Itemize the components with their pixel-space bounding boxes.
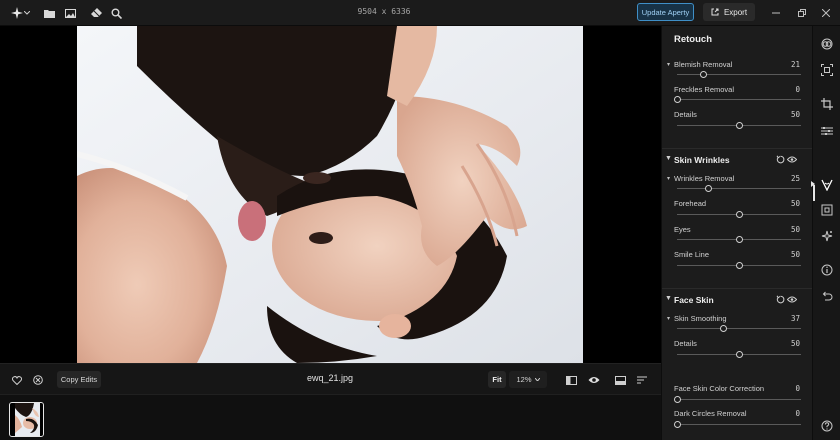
restore-icon[interactable]: [794, 5, 810, 21]
copy-edits-button[interactable]: Copy Edits: [57, 371, 101, 388]
reset-icon[interactable]: [775, 154, 785, 164]
export-icon: [711, 8, 719, 16]
blemish-removal-label: Blemish Removal: [674, 60, 733, 69]
body-frame-icon[interactable]: [819, 202, 835, 218]
minimize-icon[interactable]: [768, 5, 784, 21]
face-details-label: Details: [674, 339, 697, 348]
collapse-caret-icon[interactable]: ▾: [667, 61, 670, 68]
slider-handle[interactable]: [736, 236, 743, 243]
color-correction-label: Face Skin Color Correction: [674, 384, 765, 393]
slider-handle[interactable]: [736, 122, 743, 129]
collapse-caret-icon[interactable]: ▾: [667, 175, 670, 182]
chevron-down-icon: ▼: [665, 295, 672, 302]
retouch-panel: Retouch ▾ Blemish Removal 21 Freckles Re…: [661, 26, 812, 440]
forehead-value[interactable]: 50: [791, 199, 800, 208]
chevron-down-icon: ▼: [665, 155, 672, 162]
tool-rail: [810, 26, 840, 440]
eye-toggle-icon[interactable]: [787, 294, 797, 304]
chevron-down-icon: [534, 378, 540, 381]
skin-smoothing-value[interactable]: 37: [791, 314, 800, 323]
freckles-removal-label: Freckles Removal: [674, 85, 735, 94]
export-button[interactable]: Export: [703, 3, 755, 21]
color-correction-value[interactable]: 0: [795, 384, 800, 393]
fit-button[interactable]: Fit: [488, 371, 506, 388]
slider-handle[interactable]: [700, 71, 708, 78]
slider-handle[interactable]: [674, 421, 681, 428]
skin-wrinkles-section-header[interactable]: ▼ Skin Wrinkles: [662, 148, 812, 168]
face-skin-section-header[interactable]: ▼ Face Skin: [662, 288, 812, 308]
smile-line-label: Smile Line: [674, 250, 710, 259]
eye-toggle-icon[interactable]: [787, 154, 797, 164]
sparkles-icon[interactable]: [819, 228, 835, 244]
slider-handle[interactable]: [674, 396, 681, 403]
eyes-slider[interactable]: [677, 236, 801, 243]
forehead-slider[interactable]: [677, 211, 801, 218]
details-value[interactable]: 50: [791, 110, 800, 119]
skin-wrinkles-title: Skin Wrinkles: [674, 155, 730, 165]
freckles-removal-value[interactable]: 0: [795, 85, 800, 94]
slider-handle[interactable]: [736, 211, 743, 218]
update-button[interactable]: Update Aperty: [637, 3, 694, 21]
sort-lines-icon[interactable]: [634, 372, 650, 388]
color-correction-slider[interactable]: [674, 396, 801, 403]
help-icon[interactable]: [819, 418, 835, 434]
details-slider[interactable]: [677, 122, 801, 129]
face-details-value[interactable]: 50: [791, 339, 800, 348]
smile-line-slider[interactable]: [677, 262, 801, 269]
slider-handle[interactable]: [674, 96, 681, 103]
export-label: Export: [723, 7, 748, 17]
smile-line-value[interactable]: 50: [791, 250, 800, 259]
adjustments-sliders-icon[interactable]: [819, 123, 835, 139]
slider-handle[interactable]: [736, 262, 743, 269]
heart-icon[interactable]: [9, 372, 25, 388]
slider-handle[interactable]: [719, 325, 727, 332]
file-name: ewq_21.jpg: [306, 373, 354, 383]
reset-icon[interactable]: [775, 294, 785, 304]
wrinkles-removal-label: Wrinkles Removal: [674, 174, 735, 183]
retouch-face-icon[interactable]: [819, 177, 835, 193]
close-icon[interactable]: [818, 5, 834, 21]
history-undo-icon[interactable]: [819, 288, 835, 304]
freckles-removal-slider[interactable]: [674, 96, 801, 103]
active-caret-icon: [810, 176, 816, 192]
zoom-select[interactable]: 12%: [509, 371, 547, 388]
face-details-slider[interactable]: [677, 351, 801, 358]
image-canvas[interactable]: [0, 26, 661, 363]
dark-circles-value[interactable]: 0: [795, 409, 800, 418]
wrinkles-removal-value[interactable]: 25: [791, 174, 800, 183]
details-label: Details: [674, 110, 697, 119]
photo-preview[interactable]: [77, 26, 583, 363]
slider-handle[interactable]: [736, 351, 743, 358]
filmstrip: [0, 394, 661, 440]
dark-circles-label: Dark Circles Removal: [674, 409, 747, 418]
eyes-value[interactable]: 50: [791, 225, 800, 234]
wrinkles-removal-slider[interactable]: [677, 185, 801, 192]
top-bar: 9504 x 6336 Update Aperty Export: [0, 0, 840, 26]
panel-title: Retouch: [674, 34, 712, 45]
panel-layout-icon[interactable]: [612, 372, 628, 388]
eye-preview-icon[interactable]: [586, 372, 602, 388]
filmstrip-thumbnail[interactable]: [9, 402, 44, 437]
eyes-label: Eyes: [674, 225, 691, 234]
skin-smoothing-slider[interactable]: [677, 325, 801, 332]
dark-circles-slider[interactable]: [674, 421, 801, 428]
blemish-removal-value[interactable]: 21: [791, 60, 800, 69]
crop-icon[interactable]: [819, 96, 835, 112]
forehead-label: Forehead: [674, 199, 707, 208]
collapse-caret-icon[interactable]: ▾: [667, 315, 670, 322]
reject-icon[interactable]: [30, 372, 46, 388]
zoom-value: 12%: [516, 375, 532, 384]
compare-split-icon[interactable]: [563, 372, 579, 388]
ai-frame-icon[interactable]: [819, 62, 835, 78]
info-icon[interactable]: [819, 262, 835, 278]
face-skin-title: Face Skin: [674, 295, 714, 305]
skin-smoothing-label: Skin Smoothing: [674, 314, 727, 323]
slider-handle[interactable]: [705, 185, 712, 192]
presets-circles-icon[interactable]: [819, 36, 835, 52]
bottom-toolbar: Copy Edits ewq_21.jpg Fit 12%: [0, 363, 661, 394]
blemish-removal-slider[interactable]: [677, 71, 801, 78]
